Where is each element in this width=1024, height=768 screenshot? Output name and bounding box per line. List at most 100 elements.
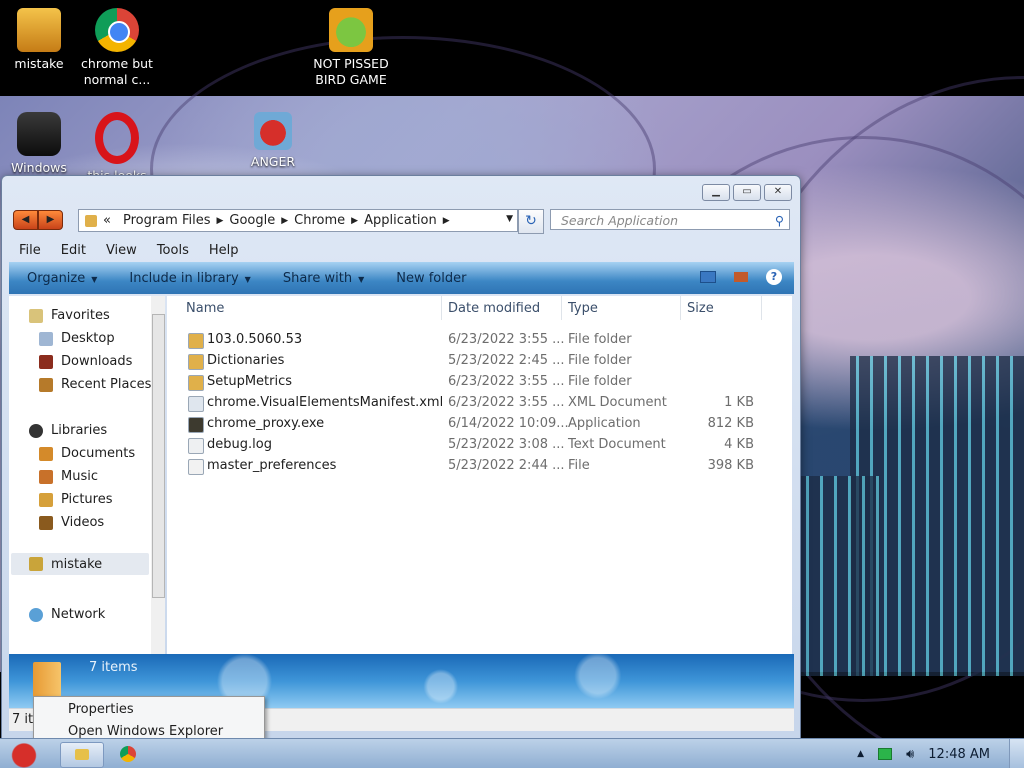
menu-edit[interactable]: Edit xyxy=(51,243,96,258)
desktop-icon-mistake[interactable]: mistake xyxy=(0,8,79,72)
network-status-icon[interactable] xyxy=(878,748,893,760)
column-type[interactable]: Type xyxy=(568,301,598,316)
nav-item-libraries[interactable]: Libraries xyxy=(29,423,107,438)
nav-item-downloads[interactable]: Downloads xyxy=(39,354,132,369)
nav-item-pictures[interactable]: Pictures xyxy=(39,492,112,507)
share-with-button[interactable]: Share with ▼ xyxy=(265,271,378,286)
search-icon[interactable]: ⚲ xyxy=(775,210,784,231)
desktop-icon-opera[interactable]: this looks xyxy=(77,112,157,184)
nav-label: Music xyxy=(61,469,98,484)
search-input[interactable]: Search Application ⚲ xyxy=(550,209,790,230)
address-segment-google[interactable]: Google xyxy=(223,213,281,228)
nav-item-desktop[interactable]: Desktop xyxy=(39,331,115,346)
file-type: File folder xyxy=(568,374,632,389)
column-date-modified[interactable]: Date modified xyxy=(448,301,540,316)
file-size: 812 KB xyxy=(707,416,754,431)
desktop-icon-anger[interactable]: ANGER xyxy=(233,112,313,170)
navigation-scrollbar[interactable] xyxy=(151,296,165,654)
address-segment-application[interactable]: Application xyxy=(358,213,443,228)
file-date-modified: 6/14/2022 10:09... xyxy=(448,416,569,431)
address-segment-program-files[interactable]: Program Files xyxy=(117,213,217,228)
address-segment-chrome[interactable]: Chrome xyxy=(288,213,351,228)
chrome-icon xyxy=(120,746,136,762)
preview-pane-icon[interactable] xyxy=(734,272,748,282)
new-folder-button[interactable]: New folder xyxy=(378,271,480,286)
menu-file[interactable]: File xyxy=(9,243,51,258)
network-icon xyxy=(29,607,43,622)
forward-button[interactable]: ▶ xyxy=(38,210,63,230)
clock[interactable]: 12:48 AM xyxy=(928,747,990,762)
desktop-icon-windows[interactable]: Windows xyxy=(0,112,79,176)
maximize-button[interactable]: ▭ xyxy=(733,184,761,201)
folder-icon xyxy=(33,662,61,698)
nav-item-mistake[interactable]: mistake xyxy=(11,553,149,575)
show-hidden-icons-icon[interactable]: ▲ xyxy=(857,749,864,759)
share-with-label: Share with xyxy=(282,270,353,286)
address-overflow-chevron[interactable]: « xyxy=(97,213,117,228)
file-date-modified: 5/23/2022 2:45 ... xyxy=(448,353,565,368)
column-name[interactable]: Name xyxy=(186,301,224,316)
volume-icon[interactable]: 🔊︎ xyxy=(906,747,914,762)
file-row[interactable]: 103.0.5060.53 6/23/2022 3:55 ... File fold… xyxy=(167,330,792,351)
menu-view[interactable]: View xyxy=(96,243,147,258)
nav-item-music[interactable]: Music xyxy=(39,469,98,484)
nav-item-recent-places[interactable]: Recent Places xyxy=(39,377,151,392)
file-date-modified: 5/23/2022 2:44 ... xyxy=(448,458,565,473)
file-list: Name Date modified Type Size 103.0.5060.… xyxy=(167,296,792,654)
minimize-button[interactable]: ▁ xyxy=(702,184,730,201)
red-bird-icon xyxy=(254,112,292,150)
desktop-icon-label: chrome but normal c... xyxy=(81,56,153,87)
include-in-library-button[interactable]: Include in library ▼ xyxy=(111,271,264,286)
file-row[interactable]: chrome_proxy.exe 6/14/2022 10:09... Applic… xyxy=(167,414,792,435)
file-row[interactable]: SetupMetrics 6/23/2022 3:55 ... File folde… xyxy=(167,372,792,393)
chevron-right-icon[interactable]: ▶ xyxy=(281,216,288,226)
desktop-icon-label: NOT PISSED BIRD GAME xyxy=(313,56,389,87)
chevron-right-icon[interactable]: ▶ xyxy=(351,216,358,226)
refresh-button[interactable]: ↻ xyxy=(518,209,544,234)
music-icon xyxy=(39,469,53,484)
file-type: Application xyxy=(568,416,641,431)
menu-tools[interactable]: Tools xyxy=(147,243,199,258)
help-icon[interactable]: ? xyxy=(766,269,782,285)
file-type: File xyxy=(568,458,590,473)
chevron-right-icon[interactable]: ▶ xyxy=(443,216,450,226)
nav-item-videos[interactable]: Videos xyxy=(39,515,104,530)
file-row[interactable]: Dictionaries 5/23/2022 2:45 ... File folde… xyxy=(167,351,792,372)
nav-item-favorites[interactable]: Favorites xyxy=(29,308,110,323)
nav-item-documents[interactable]: Documents xyxy=(39,446,135,461)
file-row[interactable]: debug.log 5/23/2022 3:08 ... Text Document… xyxy=(167,435,792,456)
desktop-icon-bird-game[interactable]: NOT PISSED BIRD GAME xyxy=(311,8,391,88)
libraries-icon xyxy=(29,423,43,438)
file-icon xyxy=(188,459,204,475)
context-menu-open-windows-explorer[interactable]: Open Windows Explorer xyxy=(68,724,223,739)
organize-button[interactable]: Organize ▼ xyxy=(9,271,111,286)
start-button[interactable] xyxy=(4,740,44,768)
refresh-icon: ↻ xyxy=(525,213,537,229)
address-bar[interactable]: « Program Files ▶ Google ▶ Chrome ▶ Appl… xyxy=(78,209,518,232)
view-controls: ? xyxy=(700,269,782,285)
file-row[interactable]: master_preferences 5/23/2022 2:44 ... File… xyxy=(167,456,792,477)
close-button[interactable]: ✕ xyxy=(764,184,792,201)
back-button[interactable]: ◀ xyxy=(13,210,38,230)
address-dropdown-icon[interactable]: ▼ xyxy=(506,214,513,224)
show-desktop-button[interactable] xyxy=(1009,739,1024,768)
desktop: mistake chrome but normal c... NOT PISSE… xyxy=(0,0,1024,768)
file-date-modified: 5/23/2022 3:08 ... xyxy=(448,437,565,452)
desktop-icon-chrome[interactable]: chrome but normal c... xyxy=(77,8,157,88)
taskbar-explorer-button[interactable] xyxy=(60,742,104,768)
desktop-icon-label: mistake xyxy=(14,56,64,71)
nav-item-network[interactable]: Network xyxy=(29,607,105,622)
change-view-icon[interactable] xyxy=(700,271,716,283)
nav-label: Favorites xyxy=(51,308,110,323)
context-menu-properties[interactable]: Properties xyxy=(68,702,134,717)
menu-help[interactable]: Help xyxy=(199,243,249,258)
include-in-library-label: Include in library xyxy=(129,270,239,286)
pictures-icon xyxy=(39,492,53,507)
taskbar-chrome-button[interactable] xyxy=(112,742,144,766)
nav-label: Videos xyxy=(61,515,105,530)
column-size[interactable]: Size xyxy=(687,301,714,316)
file-row[interactable]: chrome.VisualElementsManifest.xml 6/23/20… xyxy=(167,393,792,414)
explorer-window[interactable]: ▁ ▭ ✕ ◀ ▶ « Program Files ▶ Google ▶ Chr… xyxy=(1,175,801,739)
scrollbar-thumb[interactable] xyxy=(152,314,165,598)
chevron-right-icon[interactable]: ▶ xyxy=(216,216,223,226)
